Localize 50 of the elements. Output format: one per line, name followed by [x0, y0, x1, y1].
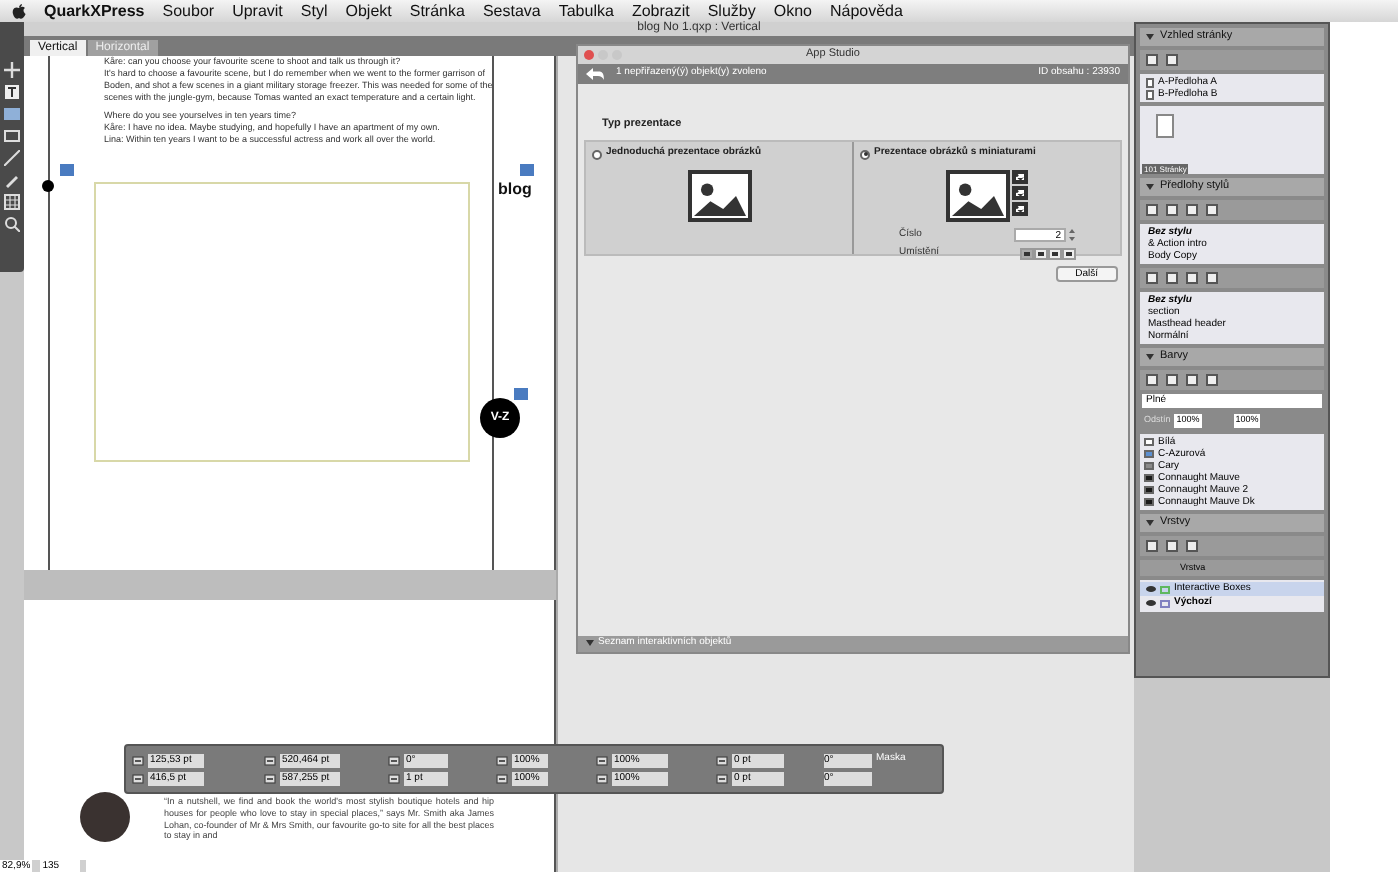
menu-item[interactable]: Nápověda: [829, 0, 903, 22]
field-label-icon: [132, 755, 144, 765]
picture-tool-icon: [4, 106, 20, 122]
frame-tool-icon: [4, 128, 20, 144]
field-label-icon: [496, 755, 508, 765]
image-icon: [687, 169, 751, 222]
menu-item[interactable]: Služby: [707, 0, 756, 22]
collapse-triangle-icon: [1146, 183, 1154, 191]
page-thumbnail[interactable]: [1156, 114, 1174, 138]
line-tool-icon: [4, 150, 20, 166]
image-icon: [946, 169, 1010, 222]
field-label-icon: [596, 755, 608, 765]
menu-item[interactable]: Tabulka: [558, 0, 614, 22]
logo-text: blog: [498, 178, 532, 202]
move-icon: [4, 62, 20, 78]
field-label-icon: [388, 755, 400, 765]
menu-item[interactable]: Upravit: [232, 0, 283, 22]
table-icon: [4, 194, 20, 210]
field-label-icon: [596, 773, 608, 783]
menu-item[interactable]: Styl: [300, 0, 328, 22]
menu-item[interactable]: Zobrazit: [631, 0, 690, 22]
picture-box-icon: [520, 164, 534, 176]
apple-icon: [12, 3, 26, 19]
menu-item[interactable]: Okno: [773, 0, 812, 22]
picture-box-icon: [514, 388, 528, 400]
placement-button[interactable]: [1019, 248, 1033, 260]
zoom-icon: [4, 216, 20, 232]
field-label-icon: [264, 755, 276, 765]
menu-item[interactable]: QuarkXPress: [44, 0, 145, 22]
menu-item[interactable]: Sestava: [482, 0, 541, 22]
collapse-triangle-icon: [1146, 353, 1154, 361]
field-label-icon: [496, 773, 508, 783]
close-button[interactable]: [584, 50, 594, 60]
menu-item[interactable]: Soubor: [162, 0, 215, 22]
back-arrow-icon: [586, 68, 604, 80]
menu-item[interactable]: Objekt: [345, 0, 392, 22]
collapse-triangle-icon: [1146, 519, 1154, 527]
field-label-icon: [132, 773, 144, 783]
menu-item[interactable]: Stránka: [409, 0, 465, 22]
field-label-icon: [264, 773, 276, 783]
field-label-icon: [716, 755, 728, 765]
collapse-triangle-icon: [586, 640, 594, 648]
text-tool-icon: [4, 84, 20, 100]
field-label-icon: [716, 773, 728, 783]
collapse-triangle-icon: [1146, 33, 1154, 41]
field-label-icon: [388, 773, 400, 783]
picture-box-icon: [60, 164, 74, 176]
radio-button[interactable]: [592, 149, 602, 159]
radio-button[interactable]: [860, 149, 870, 159]
pen-icon: [4, 172, 20, 188]
